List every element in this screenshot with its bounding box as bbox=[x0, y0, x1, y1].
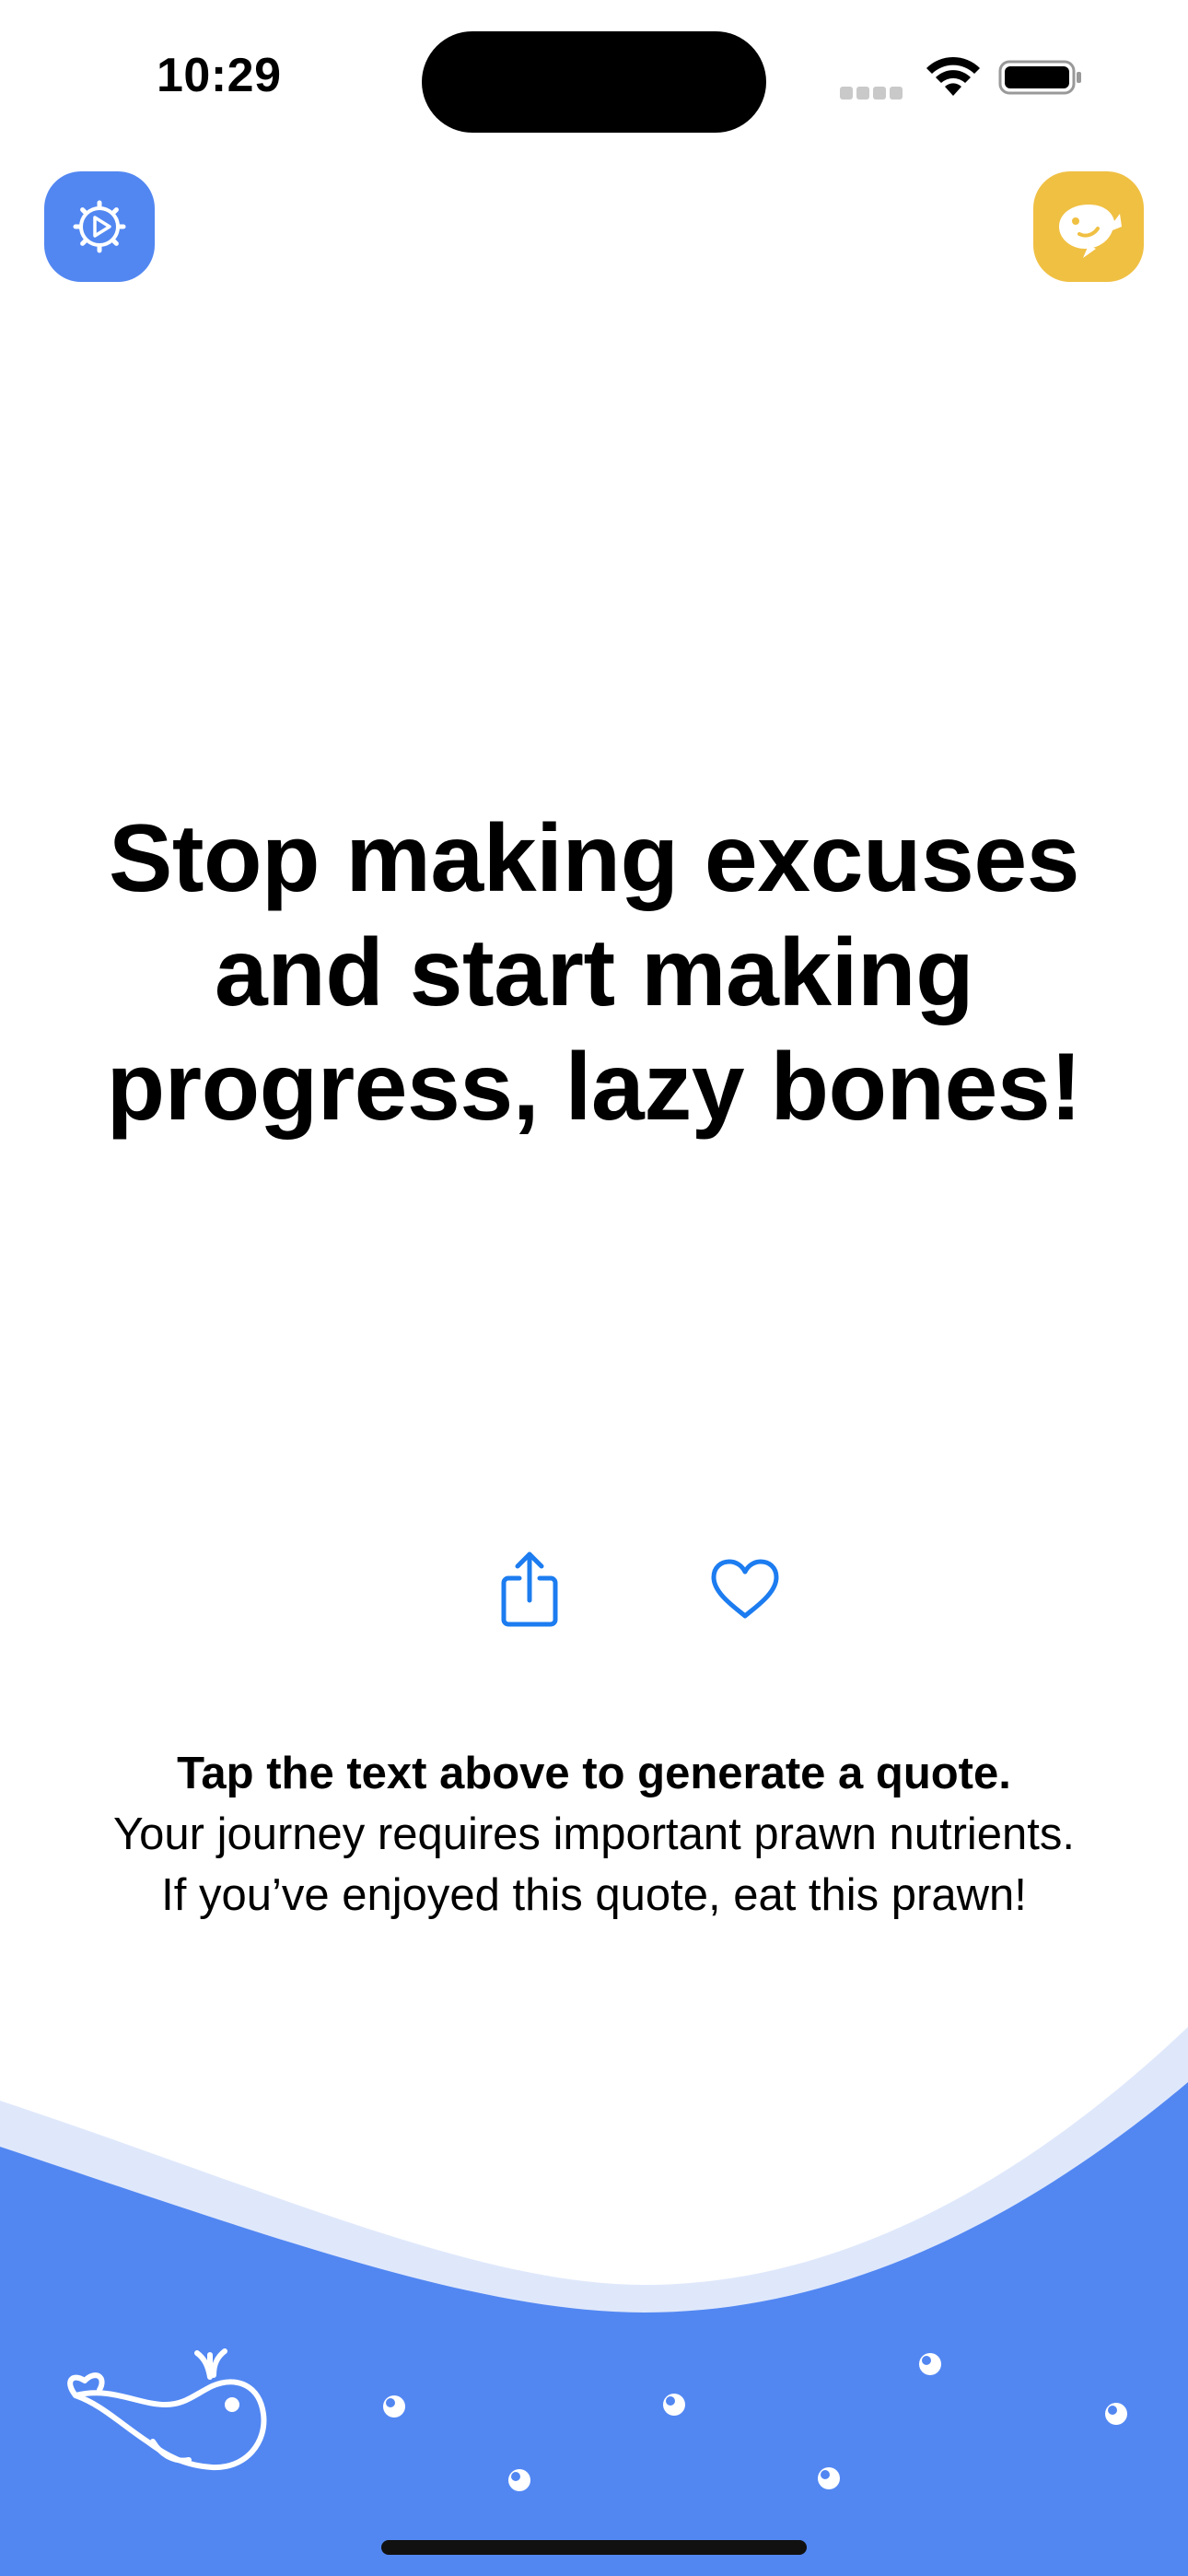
cellular-signal-icon bbox=[840, 87, 904, 100]
home-indicator[interactable] bbox=[381, 2540, 807, 2555]
share-icon bbox=[501, 1551, 558, 1627]
heart-icon bbox=[711, 1559, 779, 1619]
battery-icon bbox=[998, 60, 1081, 95]
gear-play-icon bbox=[73, 200, 126, 253]
whale-icon bbox=[1059, 205, 1122, 258]
share-button[interactable] bbox=[479, 1539, 580, 1640]
quote-text[interactable]: Stop making excuses and start making pro… bbox=[74, 802, 1114, 1144]
prawn-message-text: Your journey requires important prawn nu… bbox=[112, 1809, 1076, 1920]
favorite-button[interactable] bbox=[694, 1539, 796, 1640]
status-time: 10:29 bbox=[157, 49, 282, 102]
dynamic-island bbox=[422, 31, 766, 133]
settings-button[interactable] bbox=[44, 171, 155, 282]
whale-button[interactable] bbox=[1033, 171, 1144, 282]
wifi-icon bbox=[926, 56, 980, 96]
ocean-waves bbox=[0, 2027, 1188, 2576]
footer-text: Tap the text above to generate a quote. … bbox=[111, 1743, 1077, 1926]
instruction-text: Tap the text above to generate a quote. bbox=[177, 1749, 1011, 1798]
